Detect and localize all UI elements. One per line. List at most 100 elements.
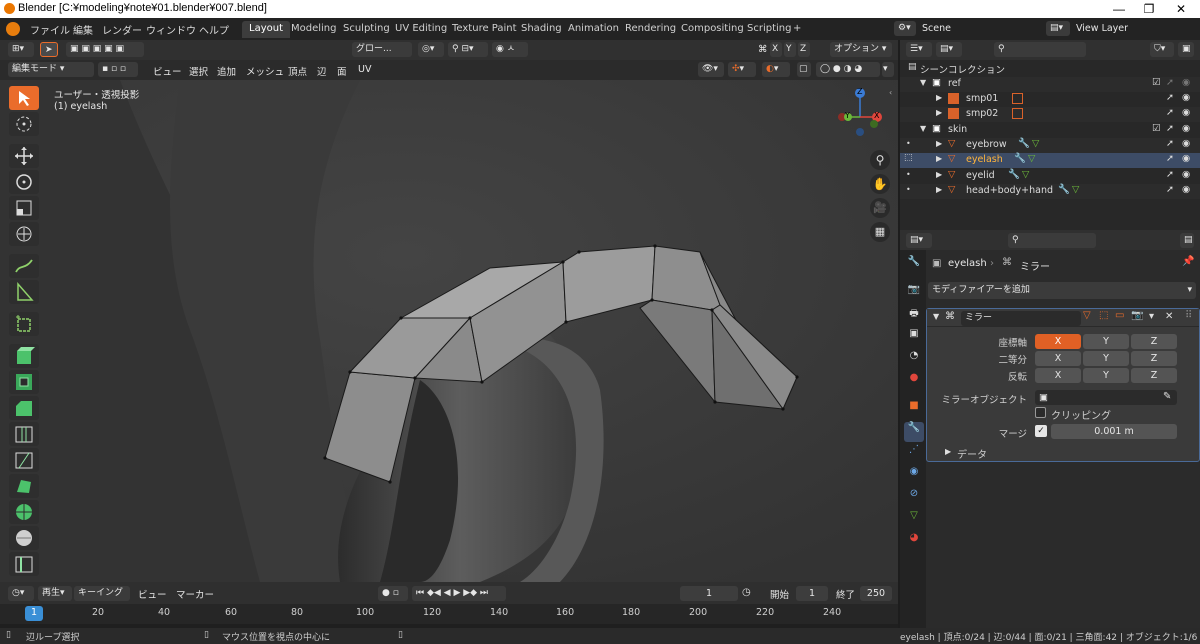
marker-menu[interactable]: マーカー xyxy=(176,587,214,601)
scene-name[interactable]: Scene xyxy=(922,23,951,34)
bisect-x[interactable]: X xyxy=(1035,351,1081,366)
end-frame-field[interactable]: 250 xyxy=(860,586,892,601)
add-cube-tool[interactable] xyxy=(9,312,39,336)
view-layer-tab-icon[interactable]: ▣ xyxy=(904,328,924,348)
minimize-button[interactable]: — xyxy=(1104,0,1134,18)
rotate-tool[interactable] xyxy=(9,170,39,194)
modifier-tab-icon[interactable]: 🔧 xyxy=(904,422,924,442)
new-collection-icon[interactable]: ▣ xyxy=(1178,42,1194,57)
maximize-button[interactable]: ❐ xyxy=(1134,0,1164,18)
select-tool-icon[interactable]: ➤ xyxy=(40,42,58,57)
expand-icon[interactable]: ▶ xyxy=(936,139,942,148)
axis-x-button[interactable]: X xyxy=(770,42,782,57)
outliner-row-eyebrow[interactable]: • ▶ ▽ eyebrow 🔧 ▽ ➚ ◉ xyxy=(900,138,1200,153)
visibility-eye-icon[interactable]: ◉ xyxy=(1182,92,1190,103)
visibility-eye-icon[interactable]: ◉ xyxy=(1182,169,1190,180)
bisect-z[interactable]: Z xyxy=(1131,351,1177,366)
display-mode-icon[interactable]: ▤▾ xyxy=(936,42,962,57)
add-workspace-button[interactable]: + xyxy=(786,21,808,38)
visibility-eye-icon[interactable]: ◉ xyxy=(1182,123,1190,134)
mirror-object-field[interactable]: ▣ xyxy=(1035,390,1177,405)
expand-icon[interactable]: ▼ xyxy=(920,124,926,133)
outliner-row-smp02[interactable]: ▶ smp02 ➚ ◉ xyxy=(900,107,1200,122)
current-frame-field[interactable]: 1 xyxy=(680,586,738,601)
outliner-editor-icon[interactable]: ☰▾ xyxy=(906,42,932,57)
merge-distance-field[interactable]: 0.001 m xyxy=(1051,424,1177,439)
menu-window[interactable]: ウィンドウ xyxy=(146,22,196,37)
start-frame-field[interactable]: 1 xyxy=(796,586,828,601)
xray-icon[interactable]: ▢ xyxy=(797,62,811,77)
visibility-eye-icon[interactable]: ◉ xyxy=(1182,153,1190,164)
tab-modeling[interactable]: Modeling xyxy=(284,21,344,38)
menu-add[interactable]: 追加 xyxy=(217,64,236,78)
world-tab-icon[interactable]: ● xyxy=(904,372,924,392)
object-tab-icon[interactable]: ■ xyxy=(904,400,924,420)
cage-toggle-icon[interactable]: ⬚ xyxy=(1099,310,1108,321)
3d-viewport[interactable]: ユーザー・透視投影 (1) eyelash Z X Y ⚲ ✋ 🎥 ▦ ‹ xyxy=(0,80,898,582)
physics-tab-icon[interactable]: ◉ xyxy=(904,466,924,486)
mesh-select-mode-icons[interactable]: ▪ ▫ ▫ xyxy=(98,62,138,77)
properties-search-input[interactable]: ⚲ xyxy=(1008,233,1096,248)
data-subpanel-label[interactable]: データ xyxy=(957,446,987,461)
output-tab-icon[interactable]: 🖶 xyxy=(904,306,924,326)
select-arrow-icon[interactable]: ➚ xyxy=(1166,153,1174,164)
scene-tab-icon[interactable]: ◔ xyxy=(904,350,924,370)
outliner-search-input[interactable]: ⚲ xyxy=(994,42,1086,57)
bisect-y[interactable]: Y xyxy=(1083,351,1129,366)
mirror-axis-z[interactable]: Z xyxy=(1131,334,1177,349)
outliner-row-skin[interactable]: ▼ ▣ skin ☑ ➚ ◉ xyxy=(900,123,1200,138)
proportional-edit-icon[interactable]: ◉ ㅅ xyxy=(492,42,528,57)
loop-cut-tool[interactable] xyxy=(9,422,39,446)
pivot-point-icon[interactable]: ◎▾ xyxy=(418,42,444,57)
shading-options-icon[interactable]: ▾ xyxy=(882,62,894,77)
menu-render[interactable]: レンダー xyxy=(102,22,142,37)
measure-tool[interactable] xyxy=(9,280,39,304)
viewport-toggle-icon[interactable]: ▭ xyxy=(1115,310,1124,321)
checkbox-icon[interactable]: ☑ xyxy=(1152,77,1161,88)
render-tab-icon[interactable]: 📷 xyxy=(904,284,924,304)
close-button[interactable]: ✕ xyxy=(1166,0,1196,18)
remove-modifier-icon[interactable]: ✕ xyxy=(1165,311,1173,322)
select-arrow-icon[interactable]: ➚ xyxy=(1166,123,1174,134)
expand-icon[interactable]: ▶ xyxy=(936,170,942,179)
record-button[interactable]: ● ▫ xyxy=(378,586,408,601)
expand-icon[interactable]: ▶ xyxy=(936,93,942,102)
pan-hand-icon[interactable]: ✋ xyxy=(870,174,890,194)
menu-view[interactable]: ビュー xyxy=(153,64,182,78)
axis-y-button[interactable]: Y xyxy=(784,42,796,57)
scene-selector-icon[interactable]: ⚙▾ xyxy=(894,21,916,36)
perspective-grid-icon[interactable]: ▦ xyxy=(870,222,890,242)
navigation-gizmo[interactable] xyxy=(830,87,890,147)
cursor-tool[interactable] xyxy=(9,112,39,136)
tab-layout[interactable]: Layout xyxy=(242,21,290,38)
shading-mode-icons[interactable]: ◯ ● ◑ ◕ xyxy=(816,62,880,77)
menu-uv[interactable]: UV xyxy=(358,64,371,75)
clipping-checkbox[interactable] xyxy=(1035,407,1046,418)
keying-menu[interactable]: キーイング▾ xyxy=(74,586,130,613)
playback-menu[interactable]: 再生▾ xyxy=(38,586,72,601)
select-arrow-icon[interactable]: ➚ xyxy=(1166,107,1174,118)
material-tab-icon[interactable]: ◕ xyxy=(904,532,924,552)
visibility-icon[interactable]: 👁▾ xyxy=(698,62,724,77)
select-arrow-icon[interactable]: ➚ xyxy=(1166,169,1174,180)
edit-dot-icon[interactable]: • xyxy=(906,170,911,179)
overlay-icon[interactable]: ◐▾ xyxy=(762,62,790,77)
visibility-eye-icon[interactable]: ◉ xyxy=(1182,77,1190,88)
editor-type-icon[interactable]: ⊞▾ xyxy=(8,42,34,57)
expand-icon[interactable]: ▶ xyxy=(936,185,942,194)
flip-y[interactable]: Y xyxy=(1083,368,1129,383)
options-dropdown[interactable]: オプション ▾ xyxy=(830,42,892,57)
modifier-name-field[interactable]: ミラー xyxy=(961,311,1081,326)
mode-dropdown[interactable]: 編集モード ▾ xyxy=(8,62,94,77)
constraints-tab-icon[interactable]: ⊘ xyxy=(904,488,924,508)
inset-tool[interactable] xyxy=(9,370,39,394)
edit-dot-icon[interactable]: • xyxy=(906,139,911,148)
clock-icon[interactable]: ◷ xyxy=(742,587,751,598)
extrude-tool[interactable] xyxy=(9,344,39,368)
annotate-tool[interactable] xyxy=(9,254,39,278)
outliner-row-eyelid[interactable]: • ▶ ▽ eyelid 🔧 ▽ ➚ ◉ xyxy=(900,169,1200,184)
tab-animation[interactable]: Animation xyxy=(561,21,626,38)
knife-tool[interactable] xyxy=(9,448,39,472)
spin-tool[interactable] xyxy=(9,500,39,524)
visibility-eye-icon[interactable]: ◉ xyxy=(1182,184,1190,195)
